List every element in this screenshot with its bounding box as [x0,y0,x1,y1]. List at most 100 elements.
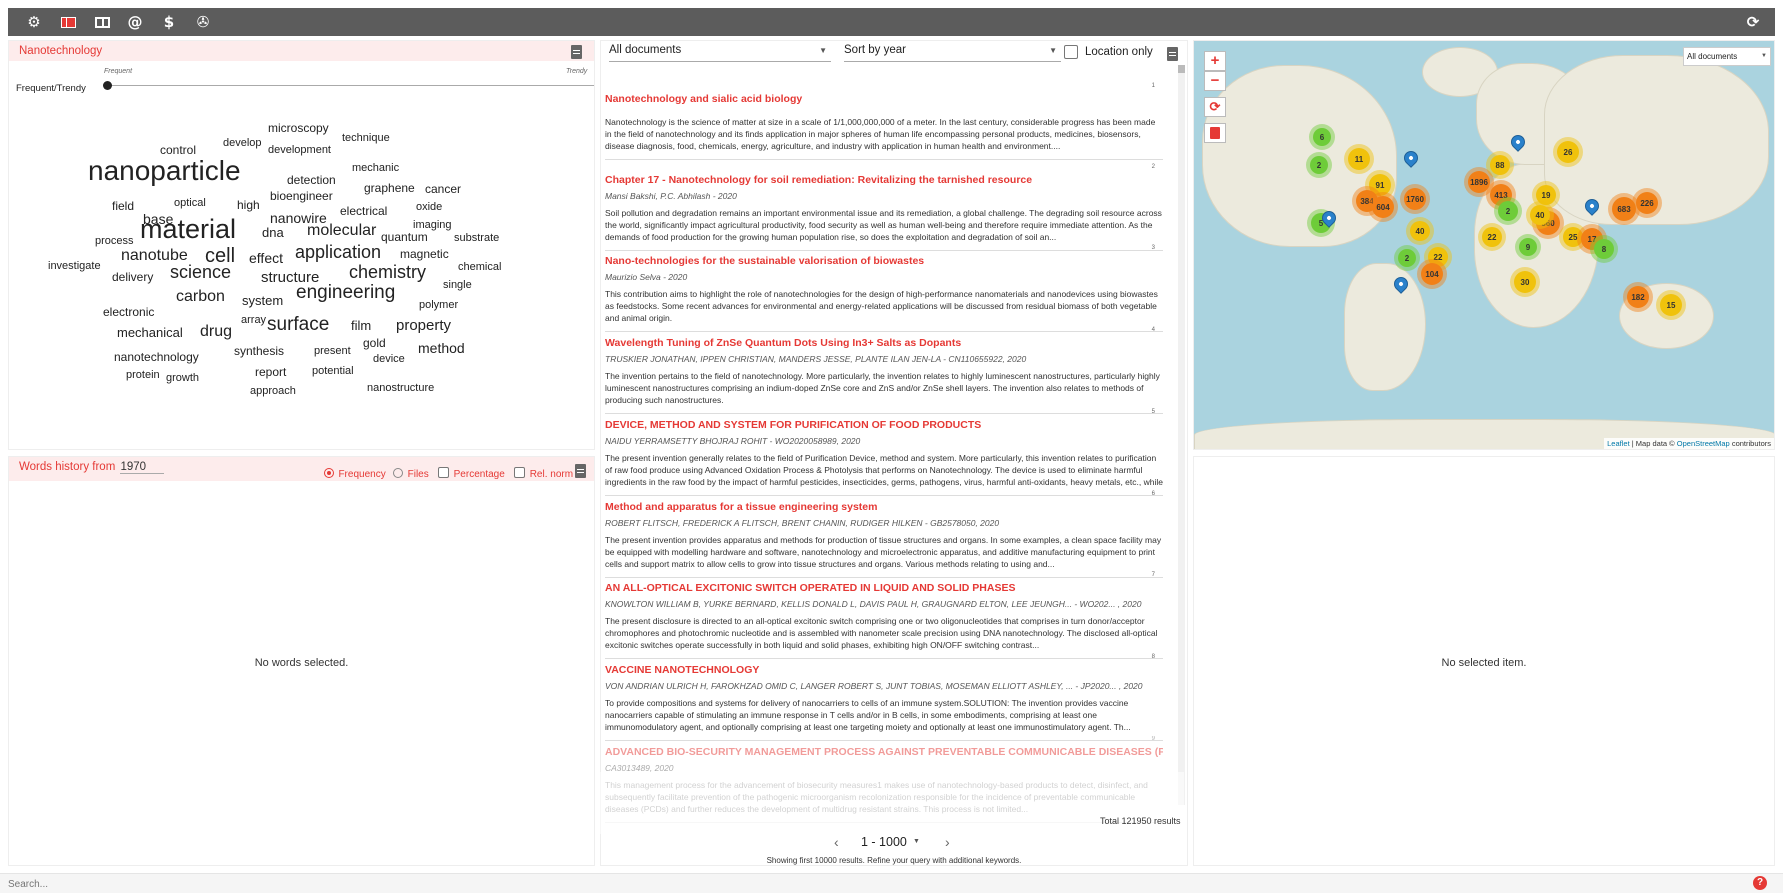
word-cloud-term[interactable]: nanostructure [367,382,434,394]
map-cluster-marker[interactable]: 30 [1514,271,1536,293]
sort-select[interactable]: Sort by year ▼ [844,44,1061,62]
result-title[interactable]: DEVICE, METHOD AND SYSTEM FOR PURIFICATI… [605,419,1163,431]
zoom-in-button[interactable]: + [1204,51,1226,71]
at-icon[interactable]: @ [125,12,145,32]
map-cluster-marker[interactable]: 9 [1519,238,1537,256]
word-cloud-term[interactable]: array [241,314,266,326]
word-cloud-term[interactable]: science [170,263,231,281]
help-icon[interactable]: ? [1753,876,1767,890]
word-cloud-term[interactable]: cancer [425,183,461,195]
prev-page-button[interactable]: ‹ [834,834,839,850]
word-cloud-term[interactable]: gold [363,337,386,349]
word-cloud-term[interactable]: potential [312,365,354,377]
word-cloud-term[interactable]: detection [287,174,336,186]
document-filter-select[interactable]: All documents ▼ [609,44,831,62]
map-cluster-marker[interactable]: 2 [1310,156,1328,174]
book-icon[interactable] [92,12,112,32]
word-cloud-term[interactable]: substrate [454,232,499,244]
word-cloud-term[interactable]: drug [200,323,232,340]
word-cloud-term[interactable]: magnetic [400,248,449,260]
word-cloud-term[interactable]: growth [166,372,199,384]
gear-icon[interactable]: ⚙ [24,12,44,32]
result-title[interactable]: Nano-technologies for the sustainable va… [605,255,1163,267]
year-input[interactable]: 1970 [120,461,165,474]
word-cloud-term[interactable]: application [295,243,381,261]
export-document-icon[interactable] [1167,47,1178,61]
word-cloud-term[interactable]: single [443,279,472,291]
export-document-icon[interactable] [575,464,586,478]
word-cloud-term[interactable]: chemical [458,261,501,273]
word-cloud-term[interactable]: engineering [296,283,395,302]
word-cloud-term[interactable]: field [112,200,134,212]
result-item[interactable]: 2 Chapter 17 - Nanotechnology for soil re… [605,164,1163,251]
word-cloud-term[interactable]: carbon [176,288,225,305]
map-cluster-marker[interactable]: 226 [1636,192,1658,214]
reset-view-button[interactable]: ⟳ [1204,97,1226,117]
word-cloud-term[interactable]: surface [267,315,329,334]
result-item[interactable]: 6 Method and apparatus for a tissue engin… [605,491,1163,578]
map-cluster-marker[interactable]: 1760 [1404,188,1426,210]
result-item[interactable]: 5 DEVICE, METHOD AND SYSTEM FOR PURIFICAT… [605,409,1163,496]
map-cluster-marker[interactable]: 15 [1660,294,1682,316]
map-filter-select[interactable]: All documents ▼ [1683,47,1771,66]
leaflet-link[interactable]: Leaflet [1607,439,1630,448]
word-cloud-term[interactable]: oxide [416,201,442,213]
map-cluster-marker[interactable]: 104 [1421,263,1443,285]
openstreetmap-link[interactable]: OpenStreetMap [1677,439,1730,448]
percentage-checkbox[interactable] [438,467,450,479]
result-item[interactable]: 7 AN ALL-OPTICAL EXCITONIC SWITCH OPERATE… [605,572,1163,659]
export-document-icon[interactable] [571,45,582,59]
word-cloud-term[interactable]: protein [126,369,160,381]
word-cloud-term[interactable]: approach [250,385,296,397]
refresh-icon[interactable]: ⟳ [1743,12,1763,32]
rel-norm-checkbox[interactable] [514,467,526,479]
result-title[interactable]: AN ALL-OPTICAL EXCITONIC SWITCH OPERATED… [605,582,1163,594]
word-cloud-term[interactable]: develop [223,137,262,149]
word-cloud-term[interactable]: development [268,144,331,156]
word-cloud-term[interactable]: effect [249,251,283,265]
map-cluster-marker[interactable]: 88 [1490,155,1510,175]
result-title[interactable]: Method and apparatus for a tissue engine… [605,501,1163,513]
map-cluster-marker[interactable]: 40 [1410,221,1430,241]
next-page-button[interactable]: › [945,834,950,850]
map-panel[interactable]: 6 2 11 88 26 19 91 1896 413 384 604 1760 2 40 360 683 22… [1193,40,1775,450]
panel-layout-icon[interactable] [58,12,78,32]
aperture-icon[interactable]: ✇ [193,12,213,32]
word-cloud-term[interactable]: microscopy [268,122,329,134]
location-only-checkbox[interactable] [1064,45,1078,59]
result-title[interactable]: VACCINE NANOTECHNOLOGY [605,664,1163,676]
word-cloud-term[interactable]: nanoparticle [88,157,241,185]
map-cluster-marker[interactable]: 26 [1557,141,1579,163]
result-item[interactable]: 3 Nano-technologies for the sustainable v… [605,245,1163,332]
map-cluster-marker[interactable]: 2 [1498,201,1518,221]
result-title[interactable]: Nanotechnology and sialic acid biology [605,93,1163,105]
result-item[interactable]: 8 VACCINE NANOTECHNOLOGY VON ANDRIAN ULRIC… [605,654,1163,741]
result-title[interactable]: Wavelength Tuning of ZnSe Quantum Dots U… [605,337,1163,349]
word-cloud-term[interactable]: material [140,215,236,243]
export-map-button[interactable] [1204,123,1226,143]
word-cloud-term[interactable]: property [396,318,451,333]
map-cluster-marker[interactable]: 683 [1612,197,1636,221]
map-cluster-marker[interactable]: 19 [1536,185,1556,205]
word-cloud-term[interactable]: investigate [48,260,101,272]
map-cluster-marker[interactable]: 182 [1627,286,1649,308]
map-pin-icon[interactable] [1401,148,1421,168]
map-cluster-marker[interactable]: 6 [1313,128,1331,146]
result-title[interactable]: Chapter 17 - Nanotechnology for soil rem… [605,174,1163,186]
result-item[interactable]: 4 Wavelength Tuning of ZnSe Quantum Dots … [605,327,1163,414]
map-cluster-marker[interactable]: 604 [1372,196,1394,218]
word-cloud-term[interactable]: bioengineer [270,190,333,202]
word-cloud-term[interactable]: electronic [103,306,154,318]
frequency-radio[interactable] [324,467,334,478]
frequency-slider-track[interactable] [110,85,594,86]
word-cloud-term[interactable]: mechanical [117,326,183,339]
map-cluster-marker[interactable]: 2 [1398,249,1416,267]
word-cloud-term[interactable]: mechanic [352,162,399,174]
word-cloud-term[interactable]: high [237,199,260,211]
map-cluster-marker[interactable]: 40 [1530,205,1550,225]
word-cloud-term[interactable]: report [255,366,286,378]
word-cloud-term[interactable]: device [373,353,405,365]
map-cluster-marker[interactable]: 8 [1594,239,1614,259]
word-cloud-term[interactable]: present [314,345,351,357]
word-cloud-term[interactable]: chemistry [349,263,426,281]
